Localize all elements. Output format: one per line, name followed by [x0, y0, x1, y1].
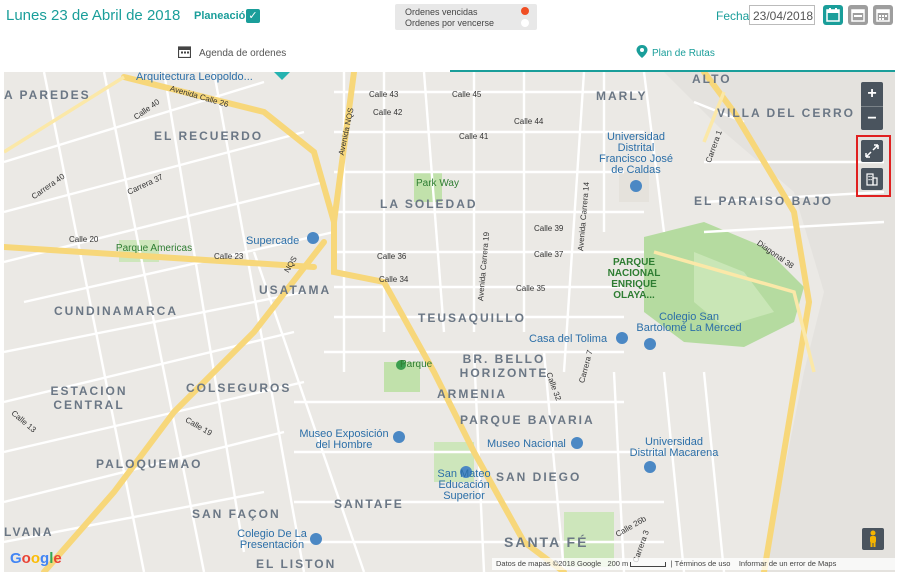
place-label: Colegio San Bartolomé La Merced	[636, 311, 742, 334]
map-data-attribution: Datos de mapas ©2018 Google	[496, 559, 602, 568]
orders-legend: Ordenes vencidas Ordenes por vencerse	[395, 4, 537, 30]
place-label: San Mateo Educación Superior	[437, 468, 491, 502]
building-icon	[866, 173, 878, 186]
district-label: EL RECUERDO	[154, 129, 264, 143]
legend-overdue-label: Ordenes vencidas	[405, 7, 478, 17]
pegman-icon	[870, 530, 876, 547]
scale-bar	[630, 561, 667, 567]
zoom-control: + −	[861, 82, 883, 130]
place-label: Supercade	[246, 235, 300, 247]
district-label: A PAREDES	[4, 88, 91, 102]
street-label: Calle 23	[214, 252, 244, 261]
zoom-out-button[interactable]: −	[861, 106, 883, 131]
legend-overdue-dot	[521, 7, 529, 15]
calendar-month-button[interactable]	[873, 5, 893, 25]
place-label: Colegio De La Presentación	[237, 528, 307, 551]
planeacion-checkbox[interactable]: ✓	[246, 9, 260, 23]
calendar-icon	[178, 46, 191, 58]
calendar-day-button[interactable]	[823, 5, 843, 25]
place-label: Museo Exposición del Hombre	[299, 428, 389, 451]
street-label: Calle 45	[452, 90, 482, 99]
street-label: Calle 36	[377, 252, 407, 261]
tab-agenda-label: Agenda de ordenes	[199, 48, 287, 59]
district-label: MARLY	[596, 89, 648, 103]
calendar-icon	[826, 8, 840, 22]
park-label: Parque	[400, 359, 433, 370]
district-label: SANTA FÉ	[504, 534, 589, 550]
zoom-in-button[interactable]: +	[861, 82, 883, 106]
tab-plan-rutas[interactable]: Plan de Rutas	[450, 36, 895, 72]
district-label: SANTAFE	[334, 497, 404, 511]
street-view-button[interactable]	[862, 528, 884, 550]
page-title: Lunes 23 de Abril de 2018	[6, 7, 181, 24]
park-label: Park Way	[416, 178, 459, 189]
calendar-month-icon	[876, 9, 890, 22]
district-label: USATAMA	[259, 283, 332, 297]
tab-bar: Agenda de ordenes Plan de Rutas	[4, 36, 895, 73]
legend-upcoming-label: Ordenes por vencerse	[405, 18, 495, 28]
calendar-week-icon	[851, 9, 865, 22]
map-scale-label: 200 m	[607, 559, 629, 568]
district-label: EL LISTON	[256, 557, 337, 571]
fecha-label: Fecha	[716, 9, 750, 23]
district-label: ARMENIA	[437, 387, 507, 401]
top-bar: Lunes 23 de Abril de 2018 Planeación ✓ O…	[0, 0, 900, 34]
street-label: Calle 42	[373, 108, 403, 117]
place-label: Museo Nacional	[487, 438, 566, 450]
fullscreen-button[interactable]	[861, 140, 883, 162]
district-label: ESTACION CENTRAL	[50, 384, 128, 412]
district-label: VILLA DEL CERRO	[717, 106, 856, 120]
street-label: Calle 43	[369, 90, 399, 99]
legend-upcoming-dot	[521, 19, 529, 27]
place-label: Universidad Distrital Francisco José de …	[599, 131, 673, 176]
district-label: PALOQUEMAO	[96, 457, 203, 471]
park-label: PARQUE NACIONAL ENRIQUE OLAYA...	[607, 257, 661, 301]
date-input[interactable]: 23/04/2018	[749, 5, 815, 25]
place-label: Arquitectura Leopoldo...	[136, 72, 253, 83]
street-label: Calle 34	[379, 275, 409, 284]
district-label: SAN DIEGO	[496, 470, 582, 484]
park-label: Parque Americas	[115, 243, 193, 254]
fullscreen-icon	[865, 144, 879, 158]
map-pin-icon	[636, 45, 648, 58]
terms-link[interactable]: Términos de uso	[675, 559, 731, 568]
district-label: SAN FAÇON	[192, 507, 281, 521]
map-footer: Datos de mapas ©2018 Google 200 m | Térm…	[492, 558, 895, 570]
report-error-link[interactable]: Informar de un error de Maps	[739, 559, 837, 568]
district-label: TEUSAQUILLO	[418, 311, 526, 325]
tab-plan-rutas-label: Plan de Rutas	[652, 48, 715, 59]
street-label: Calle 20	[69, 235, 99, 244]
street-label: Calle 41	[459, 132, 489, 141]
calendar-week-button[interactable]	[848, 5, 868, 25]
google-logo: Google	[10, 550, 62, 567]
district-label: BR. BELLO HORIZONTE	[459, 352, 549, 380]
place-label: Universidad Distrital Macarena	[629, 436, 719, 459]
tab-agenda[interactable]: Agenda de ordenes	[4, 36, 449, 70]
district-label: PARQUE BAVARIA	[460, 413, 595, 427]
planeacion-label: Planeación	[194, 10, 253, 22]
building-layer-button[interactable]	[861, 168, 883, 190]
route-map[interactable]: A PAREDES EL RECUERDO MARLY VILLA DEL CE…	[4, 72, 895, 572]
district-label: LVANA	[4, 525, 54, 539]
place-label: Casa del Tolima	[529, 333, 608, 345]
district-label: ALTO	[692, 72, 732, 86]
district-label: COLSEGUROS	[186, 381, 292, 395]
street-label: Calle 35	[516, 284, 546, 293]
street-label: Calle 44	[514, 117, 544, 126]
district-label: CUNDINAMARCA	[54, 304, 178, 318]
district-label: LA SOLEDAD	[380, 197, 478, 211]
street-label: Calle 39	[534, 224, 564, 233]
district-label: EL PARAISO BAJO	[694, 194, 833, 208]
street-label: Calle 37	[534, 250, 564, 259]
